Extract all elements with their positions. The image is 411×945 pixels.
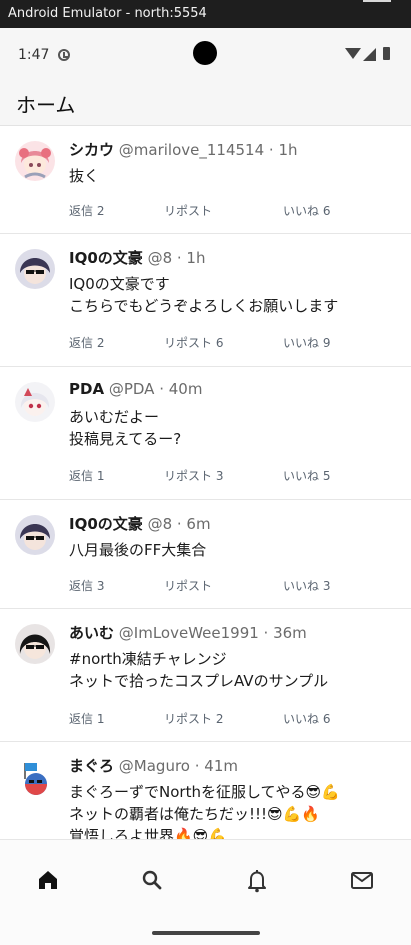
signal-icon xyxy=(363,48,376,61)
avatar-image xyxy=(15,757,55,797)
author-name[interactable]: IQ0の文豪 xyxy=(69,515,143,533)
reply-button[interactable]: 返信 2 xyxy=(69,202,104,219)
post-body: 八月最後のFF大集合 xyxy=(69,539,399,561)
post-body: IQ0の文豪です こちらでもどうぞよろしくお願いします xyxy=(69,273,399,317)
avatar[interactable] xyxy=(15,515,55,555)
wifi-icon xyxy=(345,48,361,59)
author-name[interactable]: IQ0の文豪 xyxy=(69,249,143,267)
sync-icon xyxy=(58,49,70,61)
avatar-image xyxy=(15,624,55,664)
avatar-image xyxy=(15,141,55,181)
post-header: IQ0の文豪 @8 · 6m xyxy=(69,513,211,534)
post-actions: 返信 3 リポスト いいね 3 xyxy=(69,577,399,595)
avatar-image xyxy=(15,249,55,289)
repost-button[interactable]: リポスト xyxy=(164,577,212,594)
post-text-line: IQ0の文豪です xyxy=(69,275,170,293)
repost-button[interactable]: リポスト 2 xyxy=(164,710,223,727)
avatar[interactable] xyxy=(15,141,55,181)
post-item[interactable]: IQ0の文豪 @8 · 1h IQ0の文豪です こちらでもどうぞよろしくお願いし… xyxy=(0,234,411,367)
status-time: 1:47 xyxy=(18,47,50,63)
minimize-icon[interactable] xyxy=(363,0,391,2)
like-button[interactable]: いいね 6 xyxy=(283,710,330,727)
reply-button[interactable]: 返信 3 xyxy=(69,577,104,594)
nav-home-button[interactable] xyxy=(28,864,68,896)
gesture-handle[interactable] xyxy=(152,931,260,935)
nav-notifications-button[interactable] xyxy=(237,864,277,896)
post-text-line: あいむだよー xyxy=(69,408,160,426)
repost-button[interactable]: リポスト 6 xyxy=(164,334,223,351)
post-item[interactable]: あいむ @ImLoveWee1991 · 36m #north凍結チャレンジ ネ… xyxy=(0,609,411,742)
author-handle-time: @8 · 1h xyxy=(147,249,206,267)
author-name[interactable]: まぐろ xyxy=(69,757,114,775)
bottom-navigation xyxy=(0,839,411,945)
post-actions: 返信 1 リポスト 3 いいね 5 xyxy=(69,467,399,485)
avatar[interactable] xyxy=(15,382,55,422)
post-header: まぐろ @Maguro · 41m xyxy=(69,755,238,776)
like-button[interactable]: いいね 5 xyxy=(283,467,330,484)
post-text-line: 抜く xyxy=(69,167,100,185)
author-handle-time: @8 · 6m xyxy=(147,515,211,533)
author-name[interactable]: シカウ xyxy=(69,141,114,159)
post-actions: 返信 2 リポスト 6 いいね 9 xyxy=(69,334,399,352)
post-item[interactable]: IQ0の文豪 @8 · 6m 八月最後のFF大集合 返信 3 リポスト いいね … xyxy=(0,500,411,609)
author-name[interactable]: あいむ xyxy=(69,624,114,642)
author-handle-time: @Maguro · 41m xyxy=(118,757,238,775)
post-header: PDA @PDA · 40m xyxy=(69,380,202,398)
like-button[interactable]: いいね 3 xyxy=(283,577,330,594)
post-item[interactable]: まぐろ @Maguro · 41m まぐろーずでNorthを征服してやる😎💪 ネ… xyxy=(0,742,411,839)
post-body: #north凍結チャレンジ ネットで拾ったコスプレAVのサンプル xyxy=(69,648,399,692)
post-body: まぐろーずでNorthを征服してやる😎💪 ネットの覇者は俺たちだッ!!!😎💪🔥 … xyxy=(69,781,399,839)
post-header: シカウ @marilove_114514 · 1h xyxy=(69,139,298,160)
avatar-image xyxy=(15,382,55,422)
emulator-title-bar: Android Emulator - north:5554 xyxy=(0,0,411,28)
post-item[interactable]: シカウ @marilove_114514 · 1h 抜く 返信 2 リポスト い… xyxy=(0,126,411,234)
author-name[interactable]: PDA xyxy=(69,380,104,398)
author-handle-time: @PDA · 40m xyxy=(108,380,203,398)
bell-icon xyxy=(248,870,266,893)
post-item[interactable]: PDA @PDA · 40m あいむだよー 投稿見えてるー? 返信 1 リポスト… xyxy=(0,367,411,500)
home-icon xyxy=(39,871,57,889)
like-button[interactable]: いいね 6 xyxy=(283,202,330,219)
nav-search-button[interactable] xyxy=(132,864,172,896)
page-title: ホーム xyxy=(16,93,76,117)
post-text-line: #north凍結チャレンジ xyxy=(69,650,227,668)
mail-icon xyxy=(351,872,373,889)
post-text-line: 八月最後のFF大集合 xyxy=(69,541,207,559)
post-header: IQ0の文豪 @8 · 1h xyxy=(69,247,205,268)
post-text-line: こちらでもどうぞよろしくお願いします xyxy=(69,297,339,315)
post-text-line: まぐろーずでNorthを征服してやる😎💪 xyxy=(69,783,340,801)
avatar[interactable] xyxy=(15,757,55,797)
repost-button[interactable]: リポスト xyxy=(164,202,212,219)
status-bar: 1:47 xyxy=(0,28,411,82)
battery-icon xyxy=(383,47,390,60)
post-text-line: ネットで拾ったコスプレAVのサンプル xyxy=(69,672,329,690)
post-text-line: 覚悟しろよ世界🔥😎💪 xyxy=(69,827,227,839)
reply-button[interactable]: 返信 1 xyxy=(69,710,104,727)
status-icons xyxy=(345,46,395,62)
timeline-feed[interactable]: シカウ @marilove_114514 · 1h 抜く 返信 2 リポスト い… xyxy=(0,126,411,839)
reply-button[interactable]: 返信 2 xyxy=(69,334,104,351)
post-text-line: 投稿見えてるー? xyxy=(69,430,182,448)
emulator-title: Android Emulator - north:5554 xyxy=(8,6,207,21)
avatar[interactable] xyxy=(15,624,55,664)
author-handle-time: @marilove_114514 · 1h xyxy=(118,141,298,159)
post-actions: 返信 2 リポスト いいね 6 xyxy=(69,202,399,220)
like-button[interactable]: いいね 9 xyxy=(283,334,330,351)
nav-messages-button[interactable] xyxy=(342,864,382,896)
reply-button[interactable]: 返信 1 xyxy=(69,467,104,484)
post-body: 抜く xyxy=(69,165,399,187)
avatar[interactable] xyxy=(15,249,55,289)
post-actions: 返信 1 リポスト 2 いいね 6 xyxy=(69,710,399,728)
repost-button[interactable]: リポスト 3 xyxy=(164,467,223,484)
post-header: あいむ @ImLoveWee1991 · 36m xyxy=(69,622,307,643)
avatar-image xyxy=(15,515,55,555)
author-handle-time: @ImLoveWee1991 · 36m xyxy=(118,624,307,642)
post-text-line: ネットの覇者は俺たちだッ!!!😎💪🔥 xyxy=(69,805,321,823)
app-header: ホーム xyxy=(0,82,411,126)
post-body: あいむだよー 投稿見えてるー? xyxy=(69,406,399,450)
search-icon xyxy=(142,870,162,890)
camera-cutout xyxy=(193,41,217,65)
